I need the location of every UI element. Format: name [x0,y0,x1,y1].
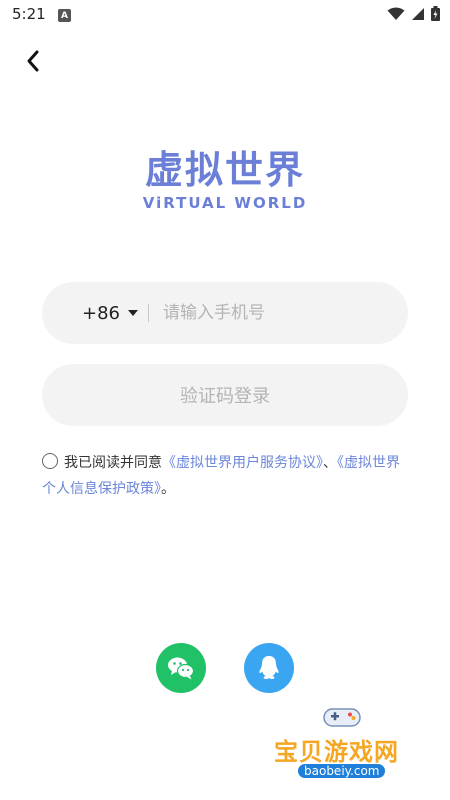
verification-login-button[interactable]: 验证码登录 [42,364,408,426]
phone-number-input[interactable] [161,302,365,324]
qq-icon [259,656,279,680]
agreement-prefix: 我已阅读并同意 [64,455,162,471]
back-button[interactable] [18,46,48,76]
watermark: 宝贝游戏网 baobeiy.com [270,700,430,790]
app-logo: 虚拟世界 ViRTUAL WORLD [0,148,450,212]
status-bar: 5:21 A [0,0,450,32]
agreement-separator: 、 [323,455,337,471]
input-divider [148,304,149,322]
battery-icon [431,6,440,21]
wechat-icon [168,657,195,680]
phone-input-row: +86 [42,282,408,344]
agreement-text: 我已阅读并同意《虚拟世界用户服务协议》、《虚拟世界个人信息保护政策》。 [42,450,412,502]
qq-login-button[interactable] [244,643,294,693]
agreement-suffix: 。 [161,481,175,497]
logo-subtitle: ViRTUAL WORLD [142,194,308,212]
country-code-selector[interactable]: +86 [82,303,120,324]
back-arrow-icon [27,50,39,72]
status-icons [387,6,440,21]
wifi-icon [387,7,405,20]
gamepad-icon [323,708,361,727]
logo-title: 虚拟世界 [144,148,305,192]
status-a-icon: A [58,9,71,22]
signal-icon [412,7,424,20]
wechat-login-button[interactable] [156,643,206,693]
agree-radio[interactable] [42,453,58,469]
status-time: 5:21 [12,5,46,23]
watermark-name: 宝贝游戏网 [274,738,399,766]
watermark-url: baobeiy.com [298,764,386,778]
user-agreement-link[interactable]: 《虚拟世界用户服务协议》 [162,455,323,471]
chevron-down-icon[interactable] [128,310,138,316]
